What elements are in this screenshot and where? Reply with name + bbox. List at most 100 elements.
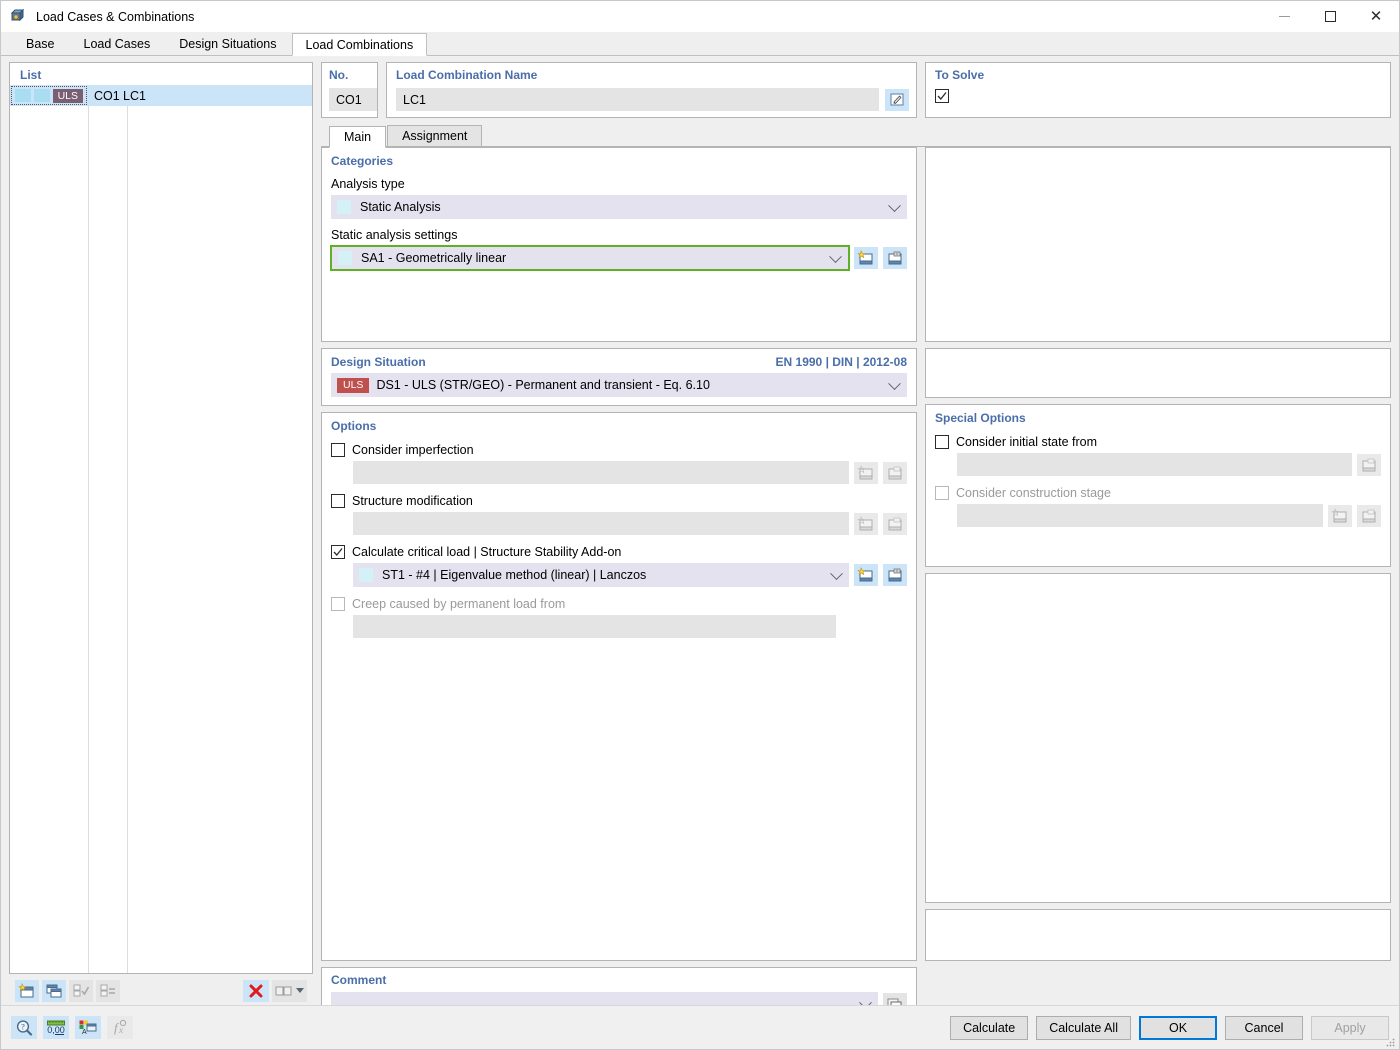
consider-imperfection-label: Consider imperfection [352,443,474,457]
minimize-icon[interactable] [1261,1,1307,32]
resize-grip[interactable] [1385,1036,1395,1046]
new-icon [854,513,878,535]
design-situation-value: DS1 - ULS (STR/GEO) - Permanent and tran… [376,378,709,392]
inner-tab-strip: Main Assignment [321,124,1391,147]
option-consider-imperfection[interactable]: Consider imperfection [331,443,907,457]
check-icon [333,547,343,557]
consider-imperfection-field [353,461,849,484]
calculate-critical-load-checkbox[interactable] [331,545,345,559]
option-structure-modification[interactable]: Structure modification [331,494,907,508]
special-options-title: Special Options [935,411,1381,425]
cancel-button[interactable]: Cancel [1225,1016,1303,1040]
list-header-label: List [10,63,312,86]
to-solve-checkbox[interactable] [935,89,949,103]
categories-box: Categories Analysis type Static Analysis… [321,147,917,342]
main-tab-strip: Base Load Cases Design Situations Load C… [1,32,1399,56]
tab-load-combinations[interactable]: Load Combinations [292,33,428,56]
consider-imperfection-checkbox[interactable] [331,443,345,457]
option-consider-initial-state[interactable]: Consider initial state from [935,435,1381,449]
calculate-button[interactable]: Calculate [950,1016,1028,1040]
chevron-down-icon[interactable] [830,567,843,580]
edit-name-icon[interactable] [885,89,909,111]
edit-settings-icon[interactable] [883,247,907,269]
chevron-down-icon[interactable] [829,250,842,263]
static-settings-label: Static analysis settings [331,228,907,242]
chevron-down-icon[interactable] [296,988,304,993]
tab-load-cases[interactable]: Load Cases [70,32,165,55]
special-options-box: Special Options Consider initial state f… [925,404,1391,567]
static-settings-swatch [338,251,352,265]
panes: Categories Analysis type Static Analysis… [321,147,1391,961]
tab-assignment[interactable]: Assignment [387,125,482,147]
apply-button: Apply [1311,1016,1389,1040]
new-icon [854,462,878,484]
edit-icon [1357,454,1381,476]
check-icon [937,91,947,101]
tab-base[interactable]: Base [12,32,69,55]
categories-title: Categories [331,154,907,168]
analysis-type-value: Static Analysis [360,200,441,214]
stability-settings-select[interactable]: ST1 - #4 | Eigenvalue method (linear) | … [353,563,849,587]
maximize-icon[interactable] [1307,1,1353,32]
structure-modification-checkbox[interactable] [331,494,345,508]
new-icon[interactable] [854,564,878,586]
consider-initial-state-label: Consider initial state from [956,435,1097,449]
analysis-type-swatch [337,200,351,214]
content-column: No. CO1 Load Combination Name LC1 [321,62,1391,1031]
structure-modification-label: Structure modification [352,494,473,508]
delete-icon[interactable] [243,980,269,1002]
chevron-down-icon[interactable] [888,377,901,390]
name-panel: Load Combination Name LC1 [386,62,917,118]
consider-construction-stage-label: Consider construction stage [956,486,1111,500]
close-icon[interactable]: ✕ [1353,1,1399,32]
option-calculate-critical-load[interactable]: Calculate critical load | Structure Stab… [331,545,907,559]
list-columns: ULS CO1 LC1 [10,85,312,973]
consider-initial-state-checkbox[interactable] [935,435,949,449]
edit-icon [1357,505,1381,527]
design-situation-select[interactable]: ULS DS1 - ULS (STR/GEO) - Permanent and … [331,373,907,397]
to-solve-panel: To Solve [925,62,1391,118]
ok-button[interactable]: OK [1139,1016,1217,1040]
table-row[interactable]: ULS CO1 LC1 [10,85,312,106]
display-properties-icon[interactable]: A [75,1016,101,1039]
load-cases-icon [10,8,27,25]
chevron-down-icon[interactable] [888,199,901,212]
design-standard-label: EN 1990 | DIN | 2012-08 [776,355,907,369]
creep-field [353,615,836,638]
new-settings-icon[interactable] [854,247,878,269]
title-bar: Load Cases & Combinations ✕ [1,1,1399,32]
to-solve-label: To Solve [935,68,1390,82]
analysis-type-select[interactable]: Static Analysis [331,195,907,219]
tab-design-situations[interactable]: Design Situations [165,32,290,55]
tab-main[interactable]: Main [329,126,386,148]
design-situation-title: Design Situation [331,355,426,369]
svg-text:A: A [82,1029,87,1036]
creep-checkbox [331,597,345,611]
footer-icons: ? 0,00 A [11,1016,133,1039]
help-icon[interactable]: ? [11,1016,37,1039]
consider-initial-state-field [957,453,1352,476]
main-pane: Categories Analysis type Static Analysis… [321,147,917,961]
footer-buttons: Calculate Calculate All OK Cancel Apply [950,1016,1389,1040]
comment-title: Comment [331,973,907,987]
name-input[interactable]: LC1 [396,88,879,111]
edit-icon[interactable] [883,564,907,586]
combinations-list[interactable]: List ULS CO1 LC1 [9,62,313,974]
swatch-1 [15,89,31,102]
consider-construction-stage-checkbox [935,486,949,500]
side-panel-top [925,147,1391,342]
units-icon[interactable]: 0,00 [43,1016,69,1039]
consider-construction-stage-field [957,504,1323,527]
copy-item-icon[interactable] [42,980,66,1002]
edit-icon [883,462,907,484]
list-toolbar [9,974,313,1004]
new-item-icon[interactable] [15,980,39,1002]
calculate-all-button[interactable]: Calculate All [1036,1016,1131,1040]
creep-label: Creep caused by permanent load from [352,597,565,611]
view-mode-icon[interactable] [272,980,307,1002]
svg-text:x: x [118,1025,123,1035]
side-panel-comment-spacer [925,909,1391,961]
static-settings-select[interactable]: SA1 - Geometrically linear [331,246,849,270]
svg-text:0,00: 0,00 [47,1025,65,1035]
option-creep: Creep caused by permanent load from [331,597,907,611]
